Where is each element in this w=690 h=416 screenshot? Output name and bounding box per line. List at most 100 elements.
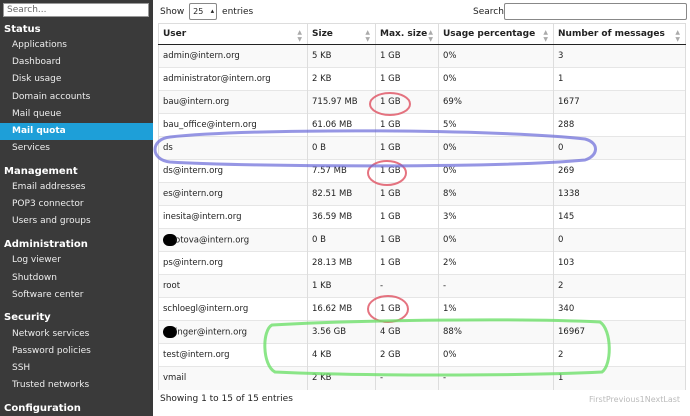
table-cell: - <box>375 366 439 390</box>
table-search-input[interactable] <box>504 3 687 20</box>
pager-previous[interactable]: Previous <box>606 395 640 404</box>
nav-trusted-networks[interactable]: Trusted networks <box>0 377 153 394</box>
sort-updown-icon: ▴ <box>210 7 215 15</box>
nav-mail-quota[interactable]: Mail quota <box>0 123 153 140</box>
mail-quota-table: User ▲ ▼ Size ▲ ▼ Max. size ▲ ▼ Usage percenta… <box>158 23 686 390</box>
table-cell: ds <box>158 136 308 160</box>
table-cell: 36.59 MB <box>307 205 376 229</box>
table-info: Showing 1 to 15 of 15 entries <box>160 394 293 404</box>
table-cell: 145 <box>553 205 686 229</box>
table-cell: 1 KB <box>307 274 376 298</box>
column-header-messages[interactable]: Number of messages ▲ ▼ <box>553 23 686 45</box>
column-header-user[interactable]: User ▲ ▼ <box>158 23 308 45</box>
table-cell: 3 <box>553 44 686 68</box>
nav-mail-queue[interactable]: Mail queue <box>0 106 153 123</box>
pager-last[interactable]: Last <box>663 395 680 404</box>
table-cell: 1338 <box>553 182 686 206</box>
nav-dashboard[interactable]: Dashboard <box>0 54 153 71</box>
table-cell: ps@intern.org <box>158 251 308 275</box>
table-cell: 715.97 MB <box>307 90 376 114</box>
nav-password-policies[interactable]: Password policies <box>0 343 153 360</box>
sidebar-search-input[interactable] <box>3 3 149 17</box>
table-cell: otova@intern.org <box>158 228 308 252</box>
pagination: FirstPrevious1NextLast <box>589 395 680 404</box>
table-row: administrator@intern.org 2 KB 1 GB 0% 1 <box>158 67 686 91</box>
nav-shutdown[interactable]: Shutdown <box>0 270 153 287</box>
table-cell: 1 GB <box>375 67 439 91</box>
column-header-usage[interactable]: Usage percentage ▲ ▼ <box>438 23 554 45</box>
table-cell: 1% <box>438 297 554 321</box>
table-cell: 269 <box>553 159 686 183</box>
table-cell: 1 GB <box>375 228 439 252</box>
table-cell: 1 <box>553 67 686 91</box>
table-cell: 69% <box>438 90 554 114</box>
table-cell: 8% <box>438 182 554 206</box>
table-cell: 5 KB <box>307 44 376 68</box>
sort-icon: ▲ ▼ <box>365 29 370 43</box>
table-row: ps@intern.org 28.13 MB 1 GB 2% 103 <box>158 251 686 275</box>
table-cell: 0% <box>438 67 554 91</box>
length-control: Show 25 ▴ entries <box>160 3 253 21</box>
nav-users-and-groups[interactable]: Users and groups <box>0 213 153 230</box>
table-cell: 0% <box>438 228 554 252</box>
table-cell: 0 <box>553 136 686 160</box>
nav-log-viewer[interactable]: Log viewer <box>0 252 153 269</box>
table-cell: 28.13 MB <box>307 251 376 275</box>
nav-email-addresses[interactable]: Email addresses <box>0 179 153 196</box>
table-row: inesita@intern.org 36.59 MB 1 GB 3% 145 <box>158 205 686 229</box>
table-cell: es@intern.org <box>158 182 308 206</box>
table-cell: bau@intern.org <box>158 90 308 114</box>
table-cell: 0 <box>553 228 686 252</box>
table-row: bau_office@intern.org 61.06 MB 1 GB 5% 288 <box>158 113 686 137</box>
nav-ssh[interactable]: SSH <box>0 360 153 377</box>
section-configuration-heading: Configuration <box>4 403 81 414</box>
sidebar-search[interactable] <box>3 3 149 17</box>
nav-services[interactable]: Services <box>0 140 153 157</box>
table-cell: inesita@intern.org <box>158 205 308 229</box>
sort-icon: ▲ ▼ <box>428 29 433 43</box>
pager-first[interactable]: First <box>589 395 606 404</box>
table-cell: 82.51 MB <box>307 182 376 206</box>
table-row: ds@intern.org 7.57 MB 1 GB 0% 269 <box>158 159 686 183</box>
column-header-size[interactable]: Size ▲ ▼ <box>307 23 376 45</box>
table-cell: - <box>438 274 554 298</box>
table-cell: 2 <box>553 343 686 367</box>
table-cell: root <box>158 274 308 298</box>
table-cell: 2 KB <box>307 366 376 390</box>
table-cell: 1 GB <box>375 159 439 183</box>
nav-domain-accounts[interactable]: Domain accounts <box>0 89 153 106</box>
pager-next[interactable]: Next <box>645 395 664 404</box>
table-cell: - <box>375 274 439 298</box>
table-cell: 1677 <box>553 90 686 114</box>
nav-network-services[interactable]: Network services <box>0 326 153 343</box>
main-content: Show 25 ▴ entries Search: User ▲ ▼ Size ▲ ▼ M… <box>153 0 690 416</box>
entries-select-value: 25 <box>193 7 204 16</box>
sidebar: Status Applications Dashboard Disk usage… <box>0 0 153 416</box>
table-cell: 2 KB <box>307 67 376 91</box>
sort-icon: ▲ ▼ <box>675 29 680 43</box>
table-row: bau@intern.org 715.97 MB 1 GB 69% 1677 <box>158 90 686 114</box>
nav-software-center[interactable]: Software center <box>0 287 153 304</box>
table-cell: 0 B <box>307 228 376 252</box>
table-cell: 340 <box>553 297 686 321</box>
table-cell: 1 GB <box>375 182 439 206</box>
table-row: inger@intern.org 3.56 GB 4 GB 88% 16967 <box>158 320 686 344</box>
table-cell: 0% <box>438 343 554 367</box>
table-cell: bau_office@intern.org <box>158 113 308 137</box>
table-row: schloegl@intern.org 16.62 MB 1 GB 1% 340 <box>158 297 686 321</box>
nav-disk-usage[interactable]: Disk usage <box>0 71 153 88</box>
table-cell: admin@intern.org <box>158 44 308 68</box>
section-management-heading: Management <box>4 166 78 177</box>
table-cell: vmail <box>158 366 308 390</box>
nav-pop3-connector[interactable]: POP3 connector <box>0 196 153 213</box>
column-header-max-size[interactable]: Max. size ▲ ▼ <box>375 23 439 45</box>
entries-select[interactable]: 25 ▴ <box>189 3 218 20</box>
table-cell: 1 GB <box>375 90 439 114</box>
table-cell: 1 GB <box>375 297 439 321</box>
table-cell: 61.06 MB <box>307 113 376 137</box>
table-cell: 2% <box>438 251 554 275</box>
nav-applications[interactable]: Applications <box>0 37 153 54</box>
table-cell: 2 GB <box>375 343 439 367</box>
entries-label: entries <box>222 7 254 17</box>
table-cell: 1 GB <box>375 136 439 160</box>
